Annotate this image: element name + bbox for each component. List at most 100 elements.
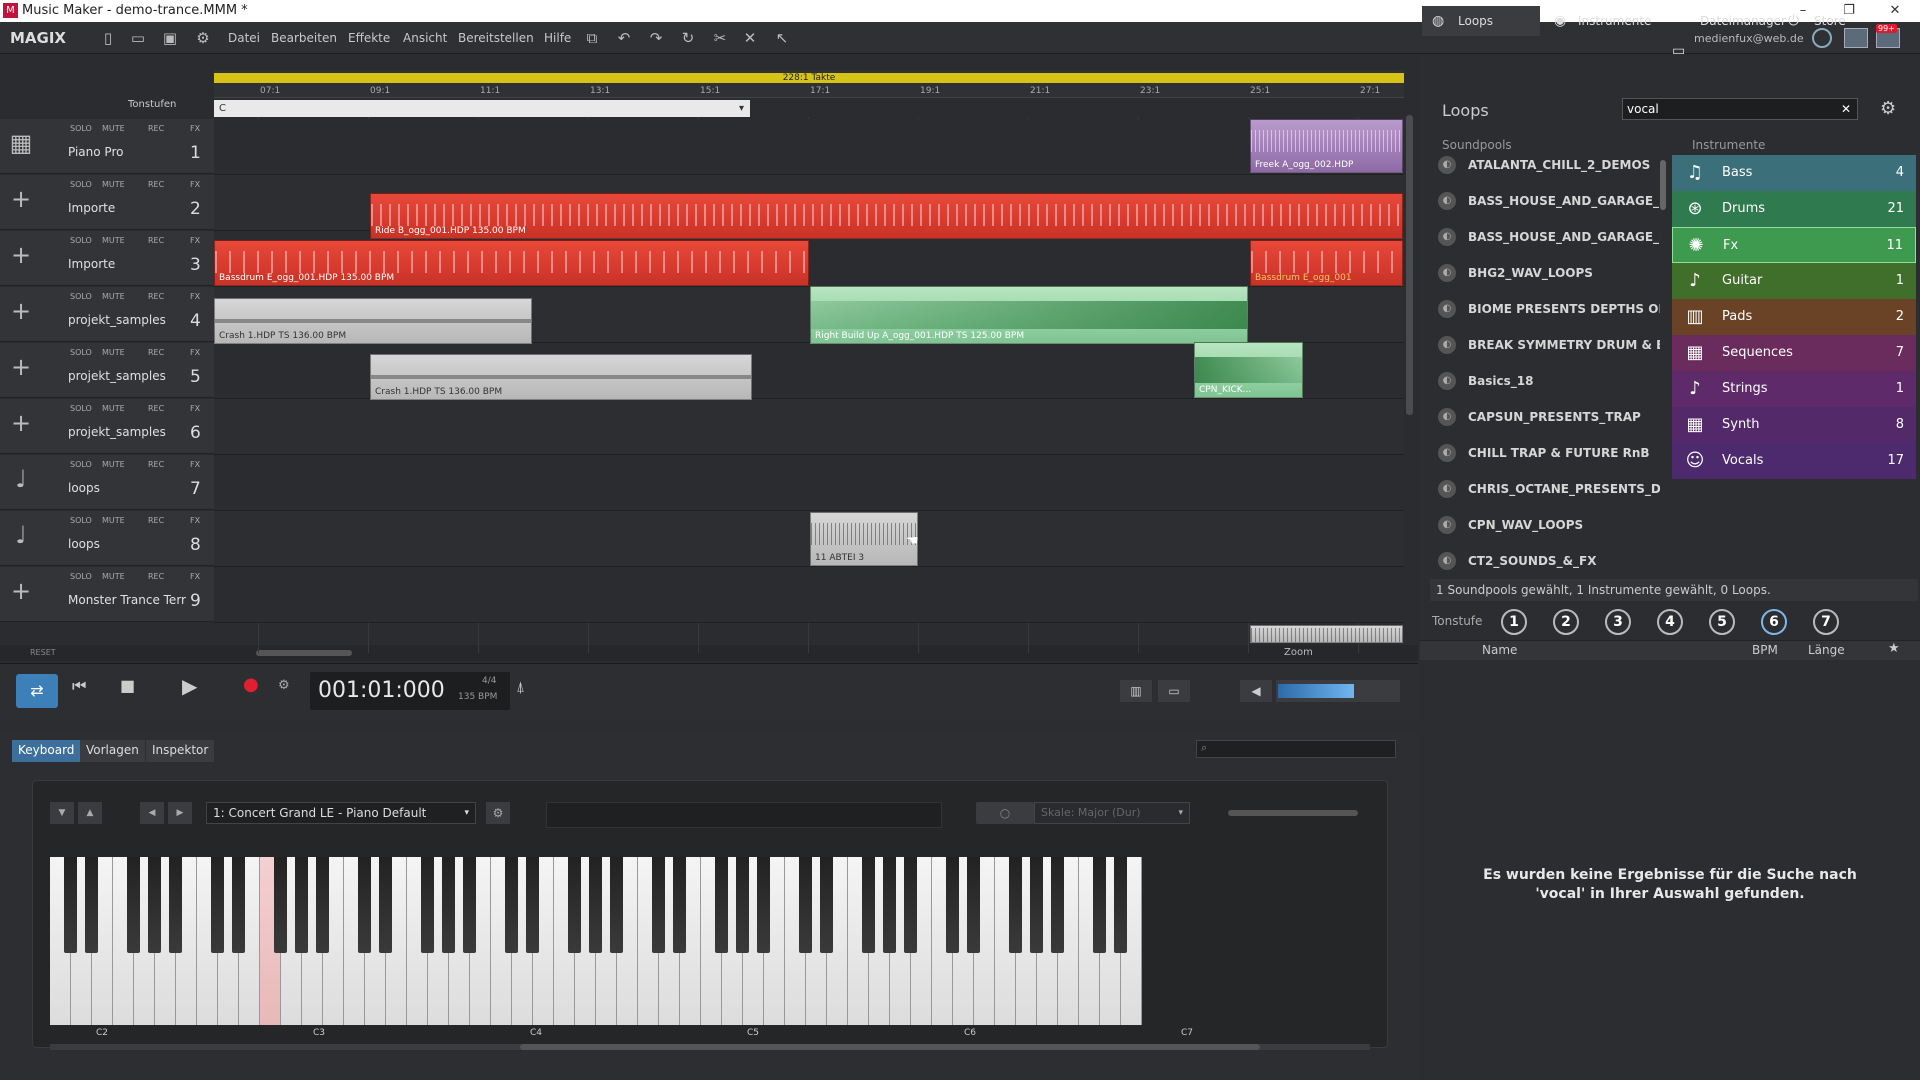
fx-button[interactable]: FX xyxy=(190,235,200,246)
piano-black-key[interactable] xyxy=(169,857,182,953)
track-header[interactable]: + SOLO MUTE REC FX Monster Trance Terr 9 xyxy=(0,567,214,622)
solo-button[interactable]: SOLO xyxy=(70,291,92,302)
piano-black-key[interactable] xyxy=(232,857,245,953)
record-icon[interactable]: ● xyxy=(243,674,259,695)
rec-button[interactable]: REC xyxy=(148,403,164,414)
piano-black-key[interactable] xyxy=(64,857,77,953)
instruments-header[interactable]: Instrumente xyxy=(1692,138,1765,152)
view-panel-icon[interactable]: ▭ xyxy=(1158,680,1190,702)
rec-button[interactable]: REC xyxy=(148,179,164,190)
fx-button[interactable]: FX xyxy=(190,403,200,414)
soundpool-scrollbar[interactable] xyxy=(1660,160,1666,210)
instrument-item[interactable]: ♫ Bass 4 xyxy=(1672,155,1916,191)
metronome-icon[interactable]: ⍋ xyxy=(516,678,525,696)
solo-button[interactable]: SOLO xyxy=(70,123,92,134)
note-icon[interactable]: ♩ xyxy=(6,521,36,551)
delete-icon[interactable]: ✕ xyxy=(740,28,760,48)
piano-black-key[interactable] xyxy=(589,857,602,953)
track-lane[interactable] xyxy=(214,399,1404,455)
track-header[interactable]: + SOLO MUTE REC FX Importe 2 xyxy=(0,175,214,230)
add-track-icon[interactable]: + xyxy=(6,409,36,439)
add-track-icon[interactable]: + xyxy=(6,353,36,383)
arpeggiator-panel[interactable] xyxy=(546,802,942,828)
track-lane[interactable] xyxy=(214,567,1404,623)
soundpool-item[interactable]: BASS_HOUSE_AND_GARAGE_2 xyxy=(1430,219,1660,255)
clip-crash-1-b[interactable]: Crash 1.HDP TS 136.00 BPM xyxy=(370,354,752,400)
view-grid-icon[interactable]: ▥ xyxy=(1120,680,1152,702)
tonstufe-button[interactable]: 7 xyxy=(1813,609,1839,635)
mute-button[interactable]: MUTE xyxy=(102,291,125,302)
fx-button[interactable]: FX xyxy=(190,291,200,302)
solo-button[interactable]: SOLO xyxy=(70,459,92,470)
add-track-icon[interactable]: + xyxy=(6,297,36,327)
track-name[interactable]: projekt_samples xyxy=(68,425,166,439)
song-length-bar[interactable]: 228:1 Takte xyxy=(214,73,1404,83)
reset-button[interactable]: RESET xyxy=(30,648,56,657)
mute-button[interactable]: MUTE xyxy=(102,571,125,582)
piano-black-key[interactable] xyxy=(421,857,434,953)
tab-store[interactable]: Store ⏻ xyxy=(1784,6,1884,36)
fx-button[interactable]: FX xyxy=(190,515,200,526)
piano-black-key[interactable] xyxy=(904,857,917,953)
track-name[interactable]: projekt_samples xyxy=(68,313,166,327)
tonstufe-button[interactable]: 2 xyxy=(1553,609,1579,635)
open-folder-icon[interactable]: ▭ xyxy=(128,28,148,48)
soundpool-item[interactable]: CPN_WAV_LOOPS xyxy=(1430,507,1660,543)
piano-black-key[interactable] xyxy=(505,857,518,953)
clip-crash-1[interactable]: Crash 1.HDP TS 136.00 BPM xyxy=(214,298,532,344)
rec-button[interactable]: REC xyxy=(148,571,164,582)
note-icon[interactable]: ♩ xyxy=(6,465,36,495)
rec-button[interactable]: REC xyxy=(148,347,164,358)
piano-black-key[interactable] xyxy=(85,857,98,953)
menu-effekte[interactable]: Effekte xyxy=(348,31,390,45)
piano-black-key[interactable] xyxy=(358,857,371,953)
piano-black-key[interactable] xyxy=(673,857,686,953)
tab-inspektor[interactable]: Inspektor xyxy=(146,740,215,762)
soundpool-item[interactable]: CHILL TRAP & FUTURE RnB xyxy=(1430,435,1660,471)
track-header[interactable]: ▦ SOLO MUTE REC FX Piano Pro 1 xyxy=(0,119,214,174)
octave-up-button[interactable]: ▲ xyxy=(78,802,102,824)
track-name[interactable]: loops xyxy=(68,481,100,495)
instrument-item[interactable]: ♪ Strings 1 xyxy=(1672,371,1916,407)
chord-field[interactable]: C ▾ xyxy=(214,100,750,117)
tab-vorlagen[interactable]: Vorlagen xyxy=(80,740,145,762)
solo-button[interactable]: SOLO xyxy=(70,403,92,414)
piano-black-key[interactable] xyxy=(883,857,896,953)
piano-black-key[interactable] xyxy=(568,857,581,953)
track-name[interactable]: Monster Trance Terr xyxy=(68,593,186,607)
piano-black-key[interactable] xyxy=(820,857,833,953)
piano-black-key[interactable] xyxy=(1093,857,1106,953)
piano-black-key[interactable] xyxy=(799,857,812,953)
piano-black-key[interactable] xyxy=(862,857,875,953)
menu-datei[interactable]: Datei xyxy=(228,31,260,45)
piano-black-key[interactable] xyxy=(295,857,308,953)
loop-toggle-icon[interactable]: ⇄ xyxy=(16,674,58,708)
speaker-icon[interactable]: ◀ xyxy=(1240,680,1272,702)
piano-black-key[interactable] xyxy=(274,857,287,953)
soundpool-item[interactable]: Basics_18 xyxy=(1430,363,1660,399)
track-name[interactable]: Piano Pro xyxy=(68,145,123,159)
piano-icon[interactable]: ▦ xyxy=(6,129,36,159)
clip-right-build-up[interactable]: Right Build Up A_ogg_001.HDP TS 125.00 B… xyxy=(810,286,1248,344)
piano-black-key[interactable] xyxy=(211,857,224,953)
clear-search-icon[interactable]: ✕ xyxy=(1841,99,1851,119)
loop-icon[interactable]: ↻ xyxy=(678,28,698,48)
track-header[interactable]: ♩ SOLO MUTE REC FX loops 7 xyxy=(0,455,214,510)
piano-black-key[interactable] xyxy=(736,857,749,953)
track-header[interactable]: + SOLO MUTE REC FX Importe 3 xyxy=(0,231,214,286)
add-track-icon[interactable]: + xyxy=(6,241,36,271)
column-name[interactable]: Name xyxy=(1482,643,1517,657)
menu-bereitstellen[interactable]: Bereitstellen xyxy=(458,31,534,45)
scale-select[interactable]: Skale: Major (Dur) ▾ xyxy=(1034,802,1190,824)
track-header[interactable]: + SOLO MUTE REC FX projekt_samples 4 xyxy=(0,287,214,342)
fx-button[interactable]: FX xyxy=(190,179,200,190)
gear-icon[interactable]: ⚙ xyxy=(278,678,290,693)
keyboard-scrollbar[interactable] xyxy=(50,1044,1370,1050)
instrument-settings-icon[interactable]: ⚙ xyxy=(486,802,510,824)
horizontal-scrollbar[interactable] xyxy=(256,650,352,656)
soundpool-item[interactable]: CHRIS_OCTANE_PRESENTS_DRU xyxy=(1430,471,1660,507)
solo-button[interactable]: SOLO xyxy=(70,179,92,190)
clip-bassdrum-e-2[interactable]: Bassdrum E_ogg_001 xyxy=(1250,240,1403,286)
rec-button[interactable]: REC xyxy=(148,459,164,470)
menu-bearbeiten[interactable]: Bearbeiten xyxy=(271,31,337,45)
